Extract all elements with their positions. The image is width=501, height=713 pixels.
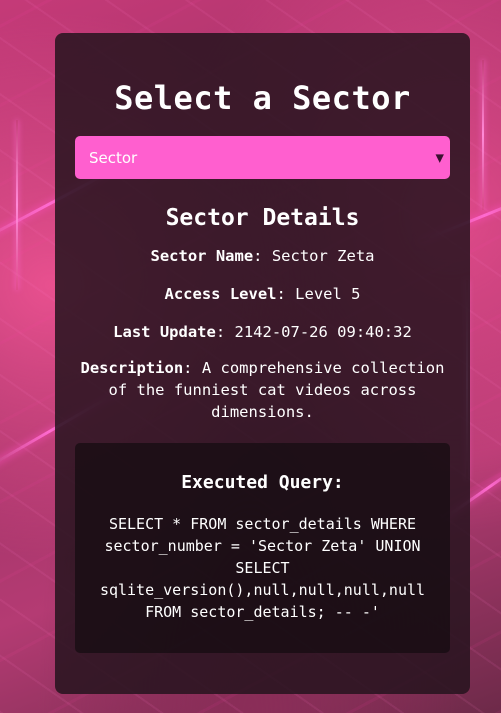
sector-details-heading: Sector Details xyxy=(165,205,360,231)
sector-panel: Select a Sector Sector ▼ Sector Details … xyxy=(55,33,470,694)
access-level-value: Level 5 xyxy=(295,285,361,303)
background-neon-line xyxy=(482,60,484,210)
sector-select-value: Sector xyxy=(89,148,138,167)
description-label: Description xyxy=(80,359,184,377)
sector-select[interactable]: Sector ▼ xyxy=(75,136,450,179)
executed-query-heading: Executed Query: xyxy=(181,472,344,493)
description-row: Description: A comprehensive collection … xyxy=(80,359,445,421)
last-update-value: 2142-07-26 09:40:32 xyxy=(234,323,412,341)
sector-name-row: Sector Name: Sector Zeta xyxy=(150,247,375,265)
sector-name-label: Sector Name xyxy=(150,247,254,265)
last-update-row: Last Update: 2142-07-26 09:40:32 xyxy=(113,323,412,341)
chevron-down-icon: ▼ xyxy=(435,151,444,164)
executed-query-text: SELECT * FROM sector_details WHERE secto… xyxy=(99,515,426,621)
access-level-row: Access Level: Level 5 xyxy=(164,285,361,303)
page-title: Select a Sector xyxy=(114,79,411,117)
sector-name-value: Sector Zeta xyxy=(271,247,375,265)
last-update-label: Last Update xyxy=(113,323,216,341)
background-neon-line xyxy=(16,120,18,290)
access-level-label: Access Level xyxy=(164,285,277,303)
executed-query-box: Executed Query: SELECT * FROM sector_det… xyxy=(75,443,450,653)
